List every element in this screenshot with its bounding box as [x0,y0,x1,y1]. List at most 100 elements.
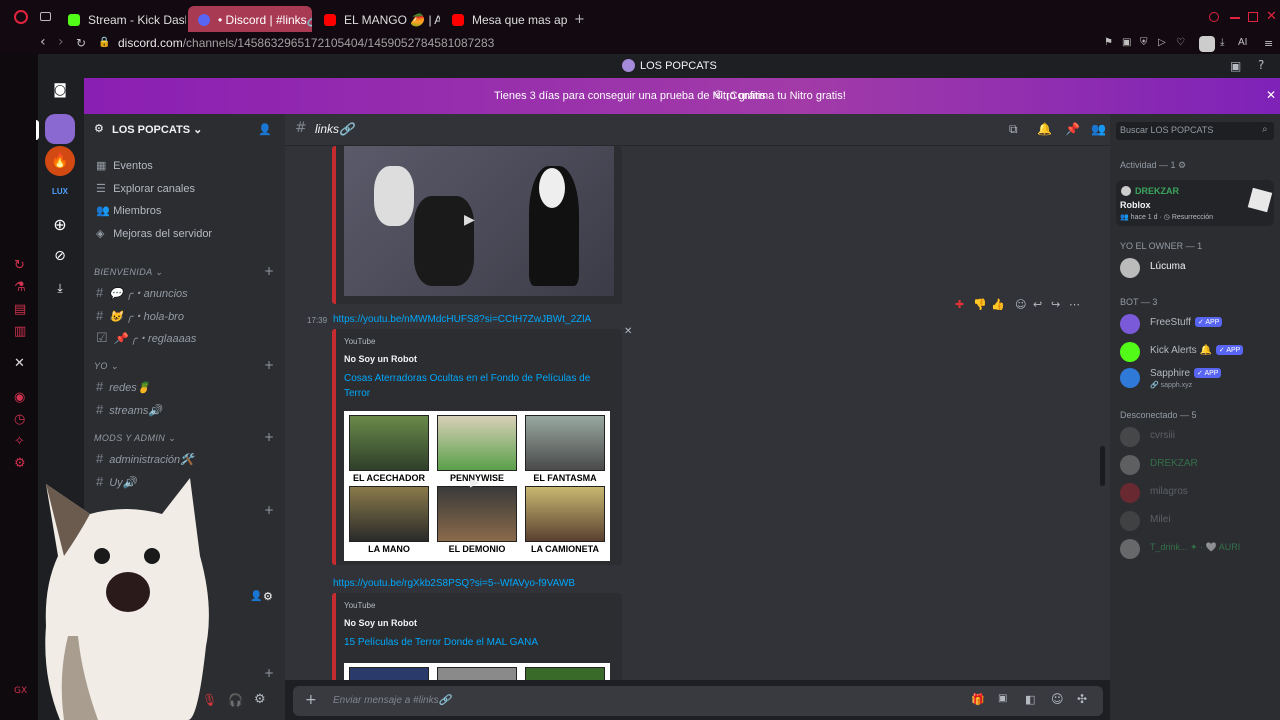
channel-reglaaaas[interactable]: ☑ 📌 ╭・reglaaaas [96,330,196,346]
channel-settings-icon[interactable]: ⚙ [263,590,273,603]
nav-server-boost[interactable]: ◈ Mejoras del servidor [96,227,212,240]
gear-icon[interactable]: ⚙ [1178,160,1186,170]
channel-administracion[interactable]: # administración🛠️ [96,451,194,466]
remove-embed-icon[interactable]: ✕ [624,326,632,337]
message-link-2[interactable]: https://youtu.be/rgXkb2S8PSQ?si=5--WfAVy… [333,578,575,589]
download-apps-icon[interactable]: ⤓ [45,273,75,303]
category-yo[interactable]: YO ⌄ [94,361,119,372]
video-thumbnail[interactable]: EL ACECHADOR PENNYWISE EL FANTASMA LA MA… [344,411,610,561]
member-owner[interactable]: Lúcuma [1120,256,1275,280]
add-channel-icon[interactable]: + [264,264,274,278]
add-server-icon[interactable]: ⊕ [45,209,75,239]
discord-icon[interactable]: ◙ [45,75,75,105]
inbox-icon[interactable]: ▣ [1230,59,1241,73]
fire-server[interactable]: 🔥 [45,146,75,176]
channel-redes[interactable]: # redes🍍 [96,379,150,394]
nav-events[interactable]: ▦ Eventos [96,159,153,172]
member-offline[interactable]: DREKZAR [1120,453,1275,477]
play-icon[interactable]: ▶ [464,212,475,228]
member-offline[interactable]: milagros [1120,481,1275,505]
download-icon[interactable]: ⤓ [1220,37,1224,48]
help-icon[interactable]: ? [1258,58,1264,72]
messenger-icon[interactable]: ▥ [14,324,26,339]
manage-members-icon[interactable]: 👤 [250,591,262,602]
add-reaction-icon[interactable]: ☺ [1015,298,1026,311]
tab-discord[interactable]: • Discord | #links🔗 | LOS [188,6,312,32]
search-input[interactable]: Buscar LOS POPCATS [1116,122,1274,140]
close-window-button[interactable]: ✕ [1266,9,1277,24]
add-attachment-icon[interactable]: + [305,692,317,708]
member-offline[interactable]: cvrsiii [1120,425,1275,449]
category-bienvenida[interactable]: BIENVENIDA ⌄ [94,267,163,278]
channel-hola-bro[interactable]: # 😺 ╭・hola-bro [96,308,184,324]
explore-icon[interactable]: ⊘ [45,241,75,271]
embed-title[interactable]: Cosas Aterradoras Ocultas en el Fondo de… [344,371,606,401]
add-channel-icon[interactable]: + [264,358,274,372]
tab-mesa[interactable]: Mesa que mas aplauda - Y [442,6,568,32]
member-list-icon[interactable]: 👥 [1091,122,1106,136]
forward-icon[interactable]: ↪ [1051,298,1060,311]
member-freestuff[interactable]: FreeStuff ✓ APP [1120,312,1275,336]
search-tabs-icon[interactable] [1209,12,1219,22]
opera-logo-icon[interactable] [14,10,28,24]
banner-close-icon[interactable]: ✕ [1266,88,1276,102]
member-kick-alerts[interactable]: Kick Alerts 🔔 ✓ APP [1120,340,1275,364]
apps-icon[interactable]: ✣ [1077,692,1087,706]
reply-icon[interactable]: ↩ [1033,298,1042,311]
url-field[interactable]: discord.com/channels/1458632965172105404… [118,36,494,50]
pinboard-icon[interactable]: ▤ [14,302,26,317]
lux-server[interactable]: LUX [45,176,75,206]
tab-kick[interactable]: Stream - Kick Dashboard [58,6,186,32]
reaction-icon[interactable]: ✚ [955,298,964,311]
add-channel-icon[interactable]: + [264,503,274,517]
snapshot-icon[interactable]: ▣ [1122,37,1131,48]
server-name[interactable]: LOS POPCATS ⌄ [112,123,202,136]
new-tab-button[interactable]: + [574,12,585,27]
more-icon[interactable]: ⋯ [1069,298,1080,311]
gx-icon[interactable]: GX [14,686,27,696]
popcat-server[interactable] [45,114,75,144]
workspace-icon[interactable]: ⚗ [14,280,26,295]
banner-cta[interactable]: ¡Confirma tu Nitro gratis! [726,90,846,102]
member-sapphire[interactable]: Sapphire ✓ APP 🔗 sapph.xyz [1120,366,1275,390]
reaction-icon[interactable]: 👍 [991,298,1005,311]
nav-members[interactable]: 👥 Miembros [96,204,161,217]
tab-el-mango[interactable]: EL MANGO 🥭 | Animació [314,6,440,32]
member-offline[interactable]: Milei [1120,509,1275,533]
back-icon[interactable]: ‹ [40,34,46,50]
heart-icon[interactable]: ♡ [1176,37,1185,48]
invite-icon[interactable]: 👤 [258,123,272,136]
play-icon[interactable]: ▷ [1158,37,1166,48]
message-link-1[interactable]: https://youtu.be/nMWMdcHUFS8?si=CCtH7ZwJ… [333,314,591,325]
ai-button[interactable]: AI [1238,37,1247,48]
nav-explore-channels[interactable]: ☰ Explorar canales [96,182,195,195]
profile-avatar[interactable] [1199,36,1215,52]
notifications-icon[interactable]: 🔔 [1037,122,1052,136]
play-icon[interactable]: ▶ [470,475,479,489]
forward-icon[interactable]: › [58,34,64,50]
pinned-icon[interactable]: 📌 [1065,122,1080,136]
gif-icon[interactable]: ▣ [998,693,1007,704]
channel-anuncios[interactable]: # 💬 ╭・anuncios [96,285,188,301]
maximize-button[interactable] [1248,12,1258,22]
aria-icon[interactable]: ↻ [14,258,25,273]
member-offline[interactable]: T_drink... ✦ · 🤍 AURI [1120,537,1275,561]
embed-author[interactable]: No Soy un Robot [344,354,417,364]
embed-author[interactable]: No Soy un Robot [344,618,417,628]
menu-icon[interactable]: ≡ [1264,37,1273,50]
x-icon[interactable]: ✕ [14,356,25,371]
sticker-icon[interactable]: ◧ [1025,693,1035,706]
category-mods-y-admin[interactable]: MODS Y ADMIN ⌄ [94,433,176,444]
video-thumbnail[interactable]: ▶ [344,146,614,296]
shield-icon[interactable]: ⛨ [1140,37,1148,48]
reload-icon[interactable]: ↻ [76,36,86,50]
embed-title[interactable]: 15 Películas de Terror Donde el MAL GANA [344,635,606,650]
threads-icon[interactable]: ⧉ [1009,122,1018,137]
add-channel-icon[interactable]: + [264,430,274,444]
extensions-icon[interactable]: ✧ [14,434,25,449]
activity-card[interactable]: DREKZAR Roblox 👥 hace 1 d · ◷ Resurrecci… [1116,180,1274,226]
headset-icon[interactable]: 🎧 [228,693,243,707]
history-icon[interactable]: ◷ [14,412,25,427]
channel-streams[interactable]: # streams🔊 [96,402,162,417]
video-thumbnail[interactable] [344,663,610,680]
